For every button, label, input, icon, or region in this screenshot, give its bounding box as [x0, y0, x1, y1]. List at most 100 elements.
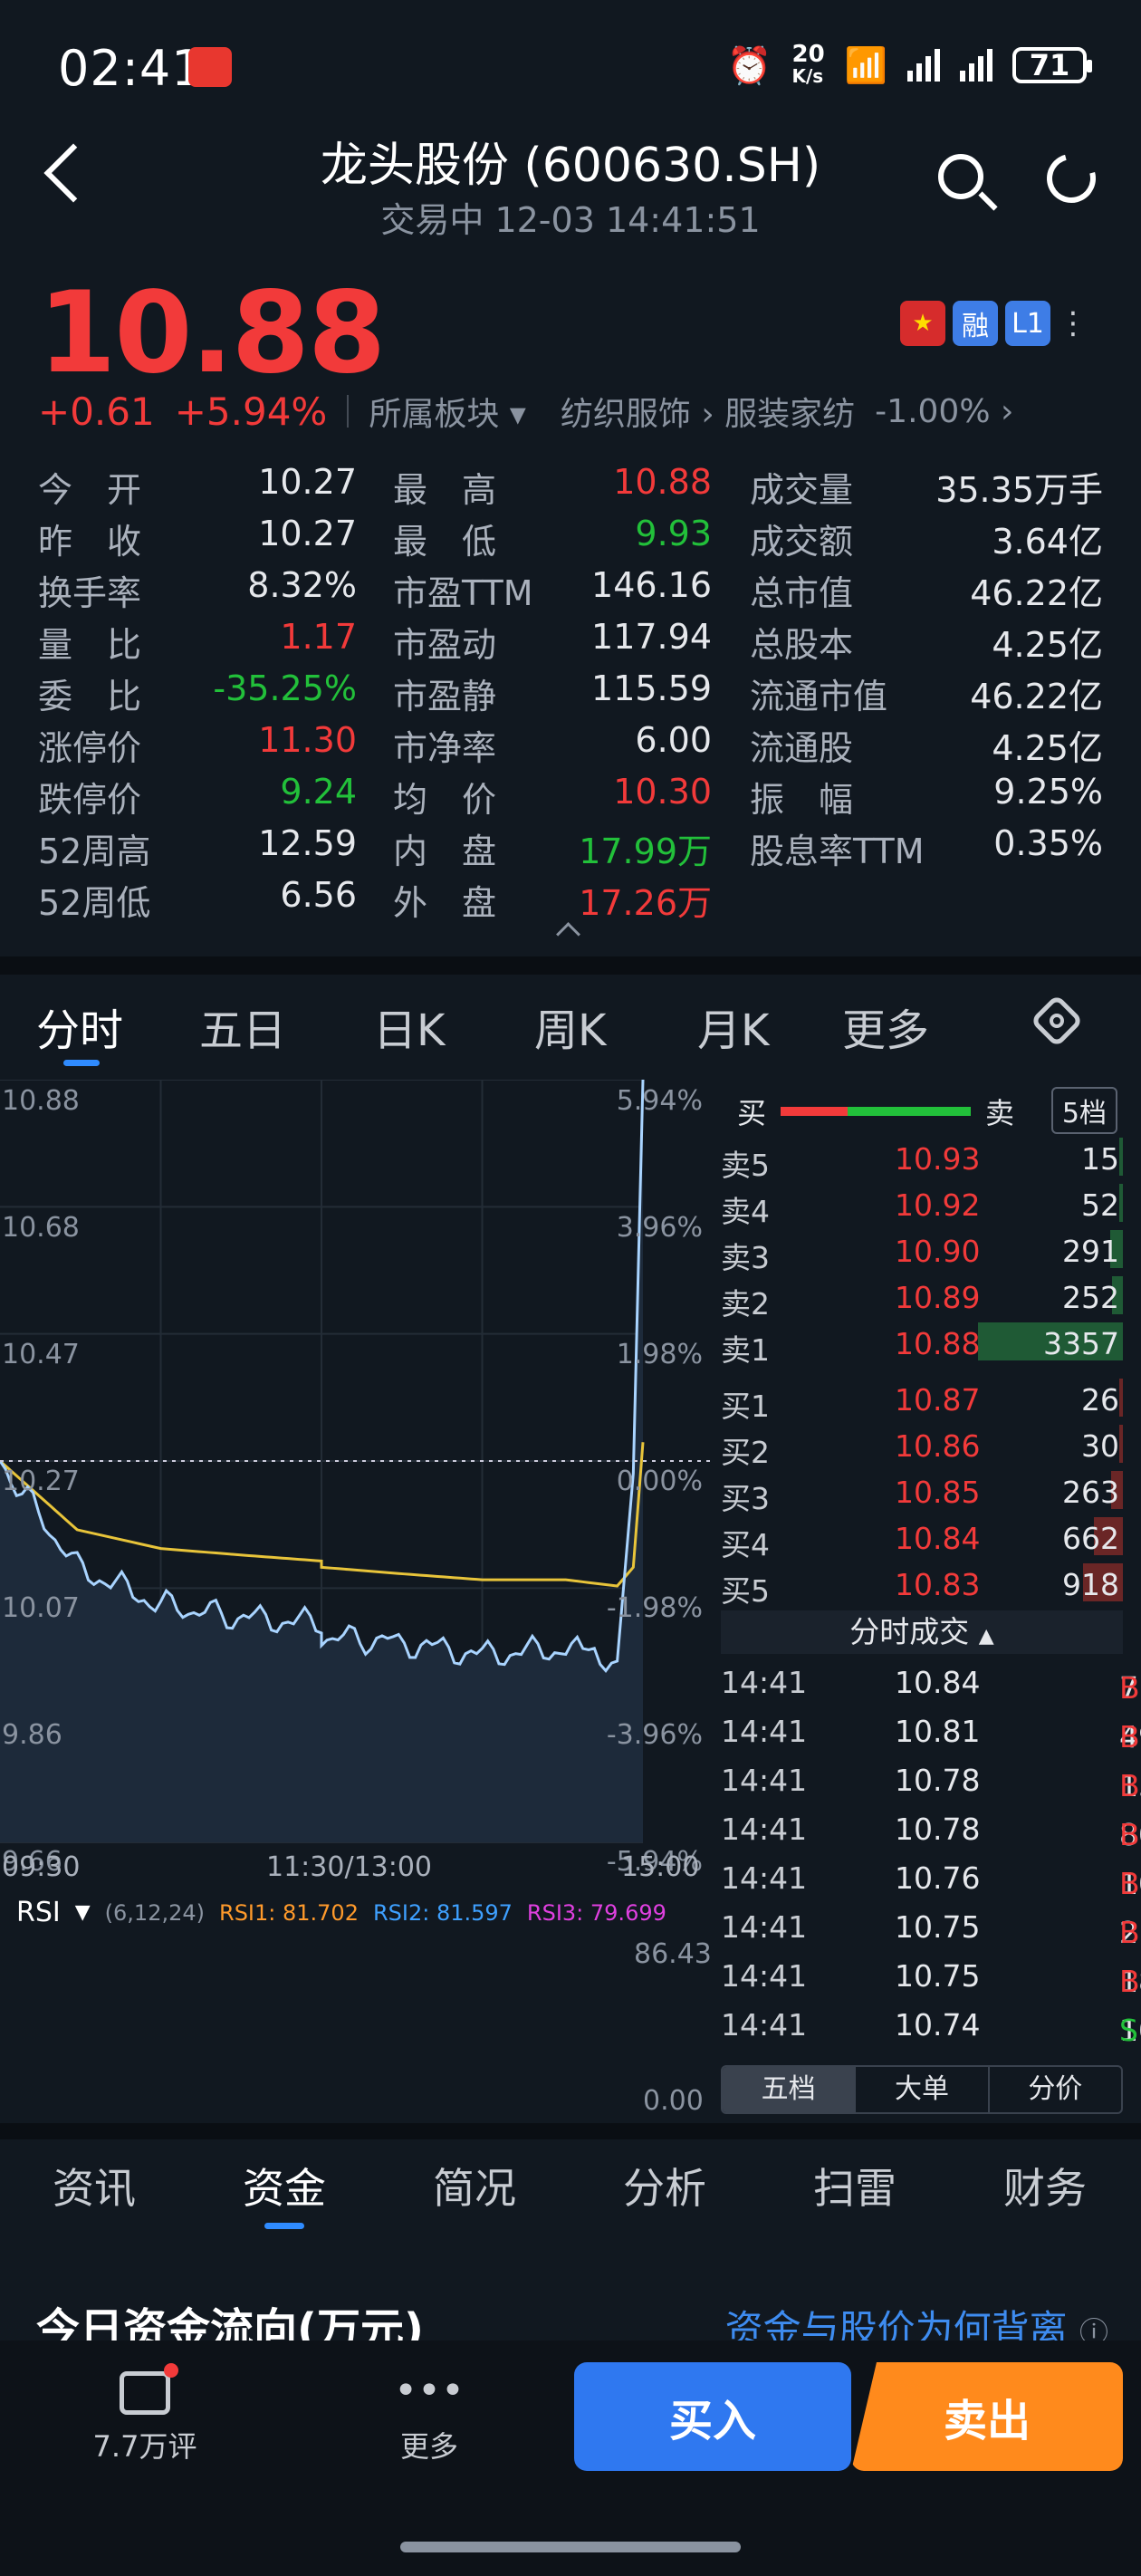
level-volume: 15 — [1081, 1141, 1119, 1177]
ask-row[interactable]: 卖4 10.92 52 — [721, 1182, 1123, 1229]
stat-label: 最 高 — [393, 470, 497, 510]
chart-settings-icon[interactable] — [1030, 994, 1084, 1048]
level-price: 10.84 — [895, 1521, 981, 1556]
stat-label: 市盈TTM — [393, 573, 533, 613]
level-label: 买4 — [721, 1527, 770, 1562]
bid-row[interactable]: 买5 10.83 918 — [721, 1562, 1123, 1609]
ask-row[interactable]: 卖5 10.93 15 — [721, 1136, 1123, 1183]
level-price: 10.85 — [895, 1475, 981, 1510]
sell-button[interactable]: 卖出 — [851, 2362, 1123, 2471]
current-price: 10.88 — [38, 268, 386, 399]
trade-price: 10.78 — [895, 1763, 981, 1798]
level-price: 10.83 — [895, 1567, 981, 1602]
stat-value: 17.26万 — [579, 883, 712, 923]
level-label: 卖1 — [721, 1332, 770, 1368]
stat-value: 10.88 — [613, 462, 712, 502]
tab-price-distribution[interactable]: 分价 — [987, 2067, 1121, 2112]
trade-price: 10.74 — [895, 2007, 981, 2043]
trade-side: B — [1119, 1964, 1140, 1999]
tab-chart-4[interactable]: 月K — [697, 995, 769, 1058]
info-tab-2[interactable]: 简况 — [433, 2156, 516, 2216]
more-button[interactable]: ••• 更多 — [375, 2371, 484, 2465]
tab-chart-5[interactable]: 更多 — [842, 995, 929, 1058]
stat-label: 内 盘 — [393, 831, 497, 871]
tab-chart-3[interactable]: 周K — [534, 995, 606, 1058]
buy-button[interactable]: 买入 — [574, 2362, 851, 2471]
rsi-bottom: 0.00 — [643, 2085, 704, 2117]
tab-big-orders[interactable]: 大单 — [854, 2067, 987, 2112]
trades-header[interactable]: 分时成交 ▲ — [721, 1610, 1123, 1654]
trade-side: B — [1119, 1768, 1140, 1803]
search-icon[interactable] — [938, 154, 983, 199]
price-axis-label: 10.88 — [2, 1085, 80, 1117]
level1-badge[interactable]: L1 — [1005, 301, 1050, 346]
ask-row[interactable]: 卖3 10.90 291 — [721, 1228, 1123, 1275]
ask-row[interactable]: 卖1 10.88 3357 — [721, 1321, 1123, 1368]
alarm-icon: ⏰ — [726, 44, 772, 87]
stat-value: -35.25% — [213, 668, 357, 708]
level-label: 卖4 — [721, 1194, 770, 1229]
bid-row[interactable]: 买1 10.87 26 — [721, 1377, 1123, 1424]
stat-label: 最 低 — [393, 522, 497, 562]
stat-label: 市盈静 — [393, 677, 497, 716]
tab-five-level[interactable]: 五档 — [723, 2067, 855, 2112]
stat-value: 11.30 — [258, 720, 357, 760]
info-tab-1[interactable]: 资金 — [243, 2156, 326, 2216]
more-label: 更多 — [399, 2429, 458, 2464]
depth-button[interactable]: 5档 — [1050, 1087, 1117, 1134]
stat-value: 10.30 — [613, 772, 712, 812]
ask-row[interactable]: 卖2 10.89 252 — [721, 1274, 1123, 1322]
intraday-chart[interactable] — [0, 1080, 715, 1904]
margin-badge[interactable]: 融 — [953, 301, 998, 346]
bid-row[interactable]: 买3 10.85 263 — [721, 1469, 1123, 1516]
info-tab-5[interactable]: 财务 — [1003, 2156, 1087, 2216]
pct-axis-label: -1.98% — [606, 1592, 703, 1624]
info-tab-4[interactable]: 扫雷 — [813, 2156, 896, 2216]
trade-time: 14:41 — [721, 1714, 808, 1749]
buy-label: 买 — [737, 1096, 767, 1130]
info-tab-3[interactable]: 分析 — [623, 2156, 706, 2216]
stat-value: 12.59 — [258, 823, 357, 863]
stat-value: 0.35% — [993, 823, 1103, 863]
sector-change[interactable]: -1.00% › — [875, 393, 1013, 430]
stat-value: 4.25亿 — [992, 625, 1103, 665]
china-flag-icon: ★ — [900, 301, 945, 346]
trade-price: 10.84 — [895, 1665, 981, 1700]
bid-row[interactable]: 买2 10.86 30 — [721, 1423, 1123, 1470]
level-volume: 26 — [1081, 1382, 1119, 1418]
level-label: 买1 — [721, 1389, 770, 1424]
stat-value: 9.25% — [993, 772, 1103, 812]
volume-bar — [1119, 1425, 1123, 1463]
stat-label: 总股本 — [750, 625, 854, 665]
trade-row: 14:4110.814923B — [721, 1708, 1141, 1754]
bid-row[interactable]: 买4 10.84 662 — [721, 1515, 1123, 1562]
orderbook-tabs: 五档 大单 分价 — [721, 2065, 1123, 2114]
price-axis-label: 10.68 — [2, 1212, 80, 1244]
comments-button[interactable]: 7.7万评 — [91, 2363, 199, 2465]
info-tab-0[interactable]: 资讯 — [53, 2156, 136, 2216]
stat-value: 4.25亿 — [992, 728, 1103, 768]
tab-chart-2[interactable]: 日K — [373, 995, 445, 1058]
trade-price: 10.81 — [895, 1714, 981, 1749]
trade-side: B — [1119, 1915, 1140, 1950]
trade-row: 14:4110.78804B — [721, 1806, 1141, 1852]
sell-label: 卖 — [985, 1096, 1015, 1130]
collapse-chevron-icon[interactable] — [556, 922, 580, 947]
rsi-params: (6,12,24) — [104, 1899, 206, 1926]
level-volume: 30 — [1081, 1428, 1119, 1464]
tab-chart-1[interactable]: 五日 — [199, 995, 286, 1058]
section-divider-2 — [0, 2123, 1141, 2139]
status-icons: ⏰ 20 K/s 📶 71 — [726, 41, 1092, 87]
rsi-dropdown-icon[interactable]: ▼ — [75, 1901, 91, 1924]
more-vertical-icon[interactable]: ⋮ — [1058, 308, 1088, 339]
rsi-label[interactable]: RSI — [16, 1897, 61, 1928]
price-change-pct: +5.94% — [174, 389, 328, 434]
stat-label: 跌停价 — [38, 780, 142, 820]
sector-path[interactable]: 纺织服饰 › 服装家纺 — [561, 388, 855, 435]
net-speed-value: 20 — [791, 41, 825, 68]
level-price: 10.90 — [895, 1234, 981, 1269]
sector-label[interactable]: 所属板块 ▾ — [369, 388, 526, 435]
tab-chart-0[interactable]: 分时 — [36, 995, 123, 1058]
trade-price: 10.75 — [895, 1958, 981, 1994]
info-tab-indicator — [264, 2223, 304, 2229]
